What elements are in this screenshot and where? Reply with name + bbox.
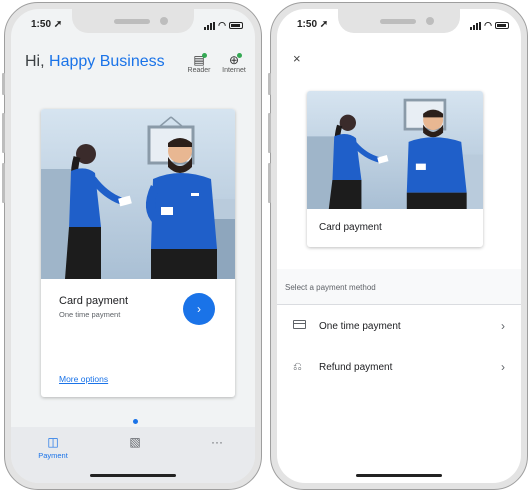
battery-icon	[495, 22, 509, 29]
greeting-prefix: Hi,	[25, 53, 45, 70]
tab-payment[interactable]: ◫ Payment	[23, 435, 83, 460]
phone-home-screen: 1:50 ➚ ◠ Hi, Happy Business ▤ Reader ⊕ I…	[2, 2, 262, 490]
business-name: Happy Business	[49, 53, 165, 70]
signal-icon	[204, 21, 216, 30]
method-one-time-payment[interactable]: One time payment ›	[277, 309, 521, 345]
wifi-icon: ◠	[484, 20, 492, 30]
home-indicator[interactable]	[90, 474, 176, 477]
reader-label: Reader	[187, 67, 211, 74]
reader-icon: ▤	[182, 53, 216, 67]
greeting-title: Hi, Happy Business	[25, 53, 165, 71]
chevron-right-icon: ›	[501, 360, 505, 374]
bottom-tab-bar: ◫ Payment ▧ ···	[11, 427, 255, 483]
card-subtitle: One time payment	[59, 310, 121, 319]
store-illustration	[41, 109, 235, 279]
card-title: Card payment	[59, 295, 129, 307]
status-time: 1:50	[31, 19, 52, 30]
signal-icon	[470, 21, 482, 30]
chevron-right-icon: ›	[501, 319, 505, 333]
tab-more[interactable]: ···	[187, 435, 247, 451]
page-indicator-dot	[133, 419, 138, 424]
home-indicator[interactable]	[356, 474, 442, 477]
reader-connected-dot	[202, 53, 207, 58]
internet-connected-dot	[237, 53, 242, 58]
selected-payment-card: Card payment	[307, 91, 483, 247]
method-label: Refund payment	[319, 362, 393, 373]
more-options-link[interactable]: More options	[59, 374, 108, 384]
phone-payment-method-screen: 1:50 ➚ ◠ × Card payment Select a payment…	[268, 2, 528, 490]
start-payment-button[interactable]: ›	[183, 293, 215, 325]
status-bar: 1:50 ➚ ◠	[11, 19, 255, 33]
internet-label: Internet	[222, 67, 246, 74]
status-time: 1:50	[297, 19, 318, 30]
internet-status-button[interactable]: ⊕ Internet	[217, 53, 251, 74]
status-bar: 1:50 ➚ ◠	[277, 19, 521, 33]
receipt-icon: ▧	[129, 435, 141, 449]
section-header: Select a payment method	[277, 269, 521, 305]
reader-status-button[interactable]: ▤ Reader	[182, 53, 216, 74]
section-label: Select a payment method	[285, 283, 376, 292]
method-refund-payment[interactable]: ⎌ Refund payment ›	[277, 350, 521, 386]
wallet-icon: ◫	[47, 435, 59, 449]
tab-payment-label: Payment	[38, 451, 68, 460]
more-icon: ···	[211, 435, 223, 449]
selected-card-title: Card payment	[319, 222, 382, 233]
close-button[interactable]: ×	[293, 51, 301, 66]
wifi-icon: ◠	[218, 20, 226, 30]
method-label: One time payment	[319, 321, 401, 332]
credit-card-icon	[293, 320, 306, 332]
battery-icon	[229, 22, 243, 29]
card-payment-tile[interactable]: Card payment One time payment › More opt…	[41, 109, 235, 397]
globe-icon: ⊕	[217, 53, 251, 67]
tab-receipts[interactable]: ▧	[105, 435, 165, 451]
refund-icon: ⎌	[293, 361, 302, 373]
store-illustration	[307, 91, 483, 209]
